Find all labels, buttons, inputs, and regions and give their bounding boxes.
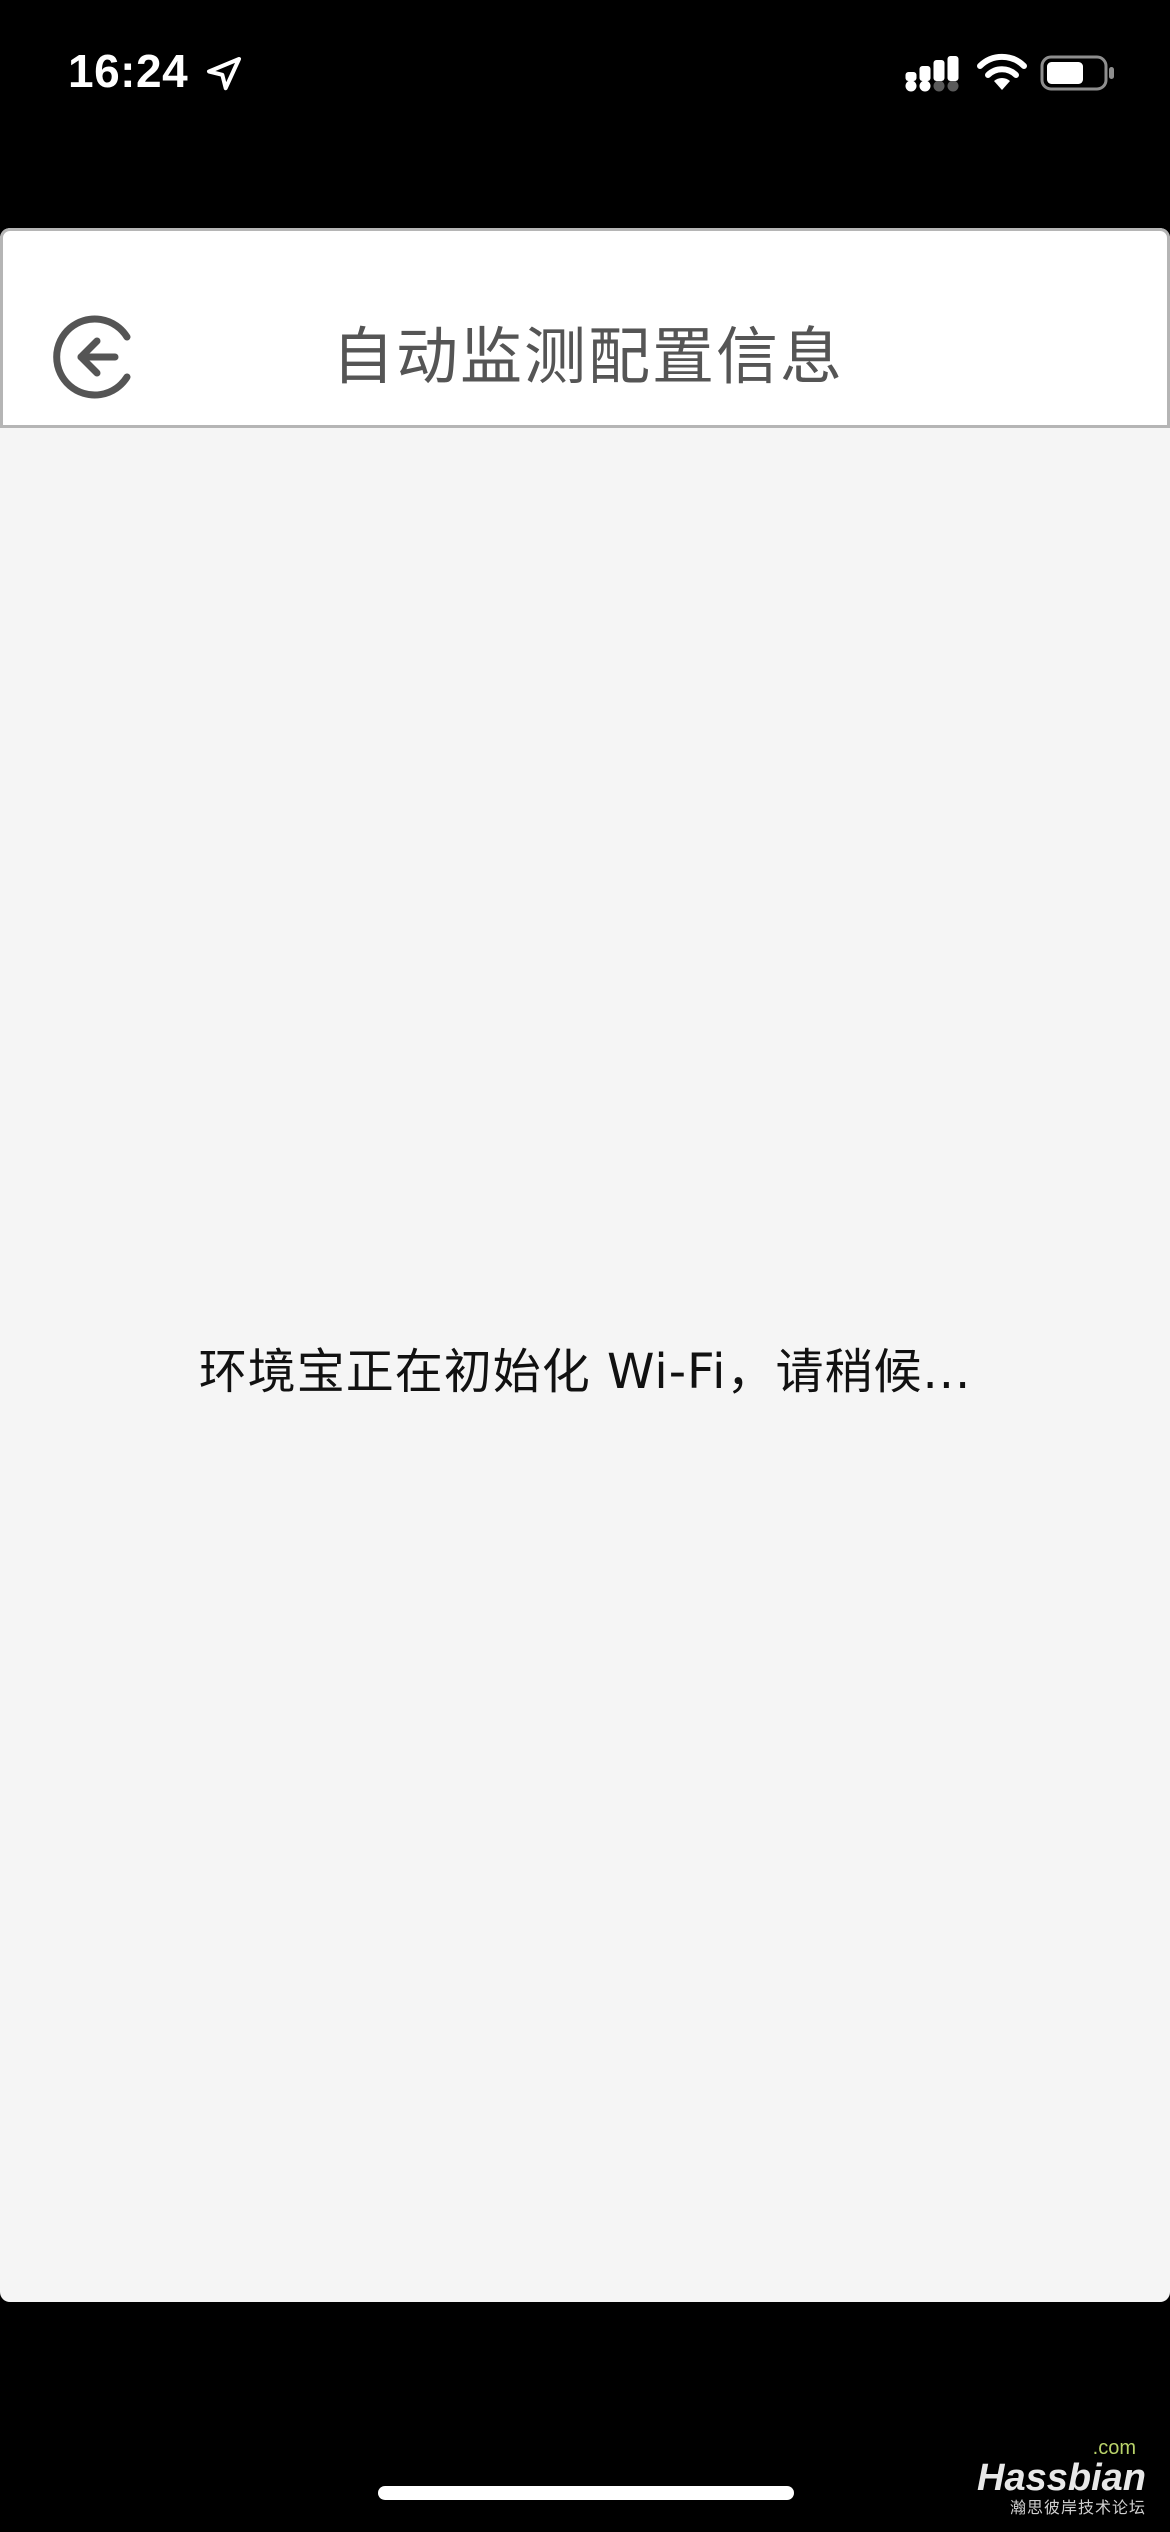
home-indicator[interactable] — [378, 2486, 794, 2500]
location-arrow-icon — [207, 57, 241, 91]
page-title: 自动监测配置信息 — [331, 320, 844, 393]
watermark-domain-suffix: .com — [1092, 2437, 1136, 2459]
battery-icon — [1040, 55, 1114, 91]
watermark-brand: Hassbian — [977, 2457, 1146, 2499]
wifi-init-message: 环境宝正在初始化 Wi-Fi，请稍候... — [198, 1344, 972, 1400]
nav-bar: 自动监测配置信息 — [0, 228, 1170, 428]
status-time: 16:24 — [68, 45, 189, 97]
wifi-icon — [977, 53, 1027, 90]
watermark-logo: .com Hassbian 瀚思彼岸技术论坛 — [946, 2438, 1146, 2522]
cellular-signal-icon — [905, 56, 959, 92]
status-bar: 16:24 — [0, 0, 1170, 150]
app-frame: 自动监测配置信息 环境宝正在初始化 Wi-Fi，请稍候... — [0, 228, 1170, 2302]
watermark-subtitle: 瀚思彼岸技术论坛 — [1009, 2498, 1146, 2517]
